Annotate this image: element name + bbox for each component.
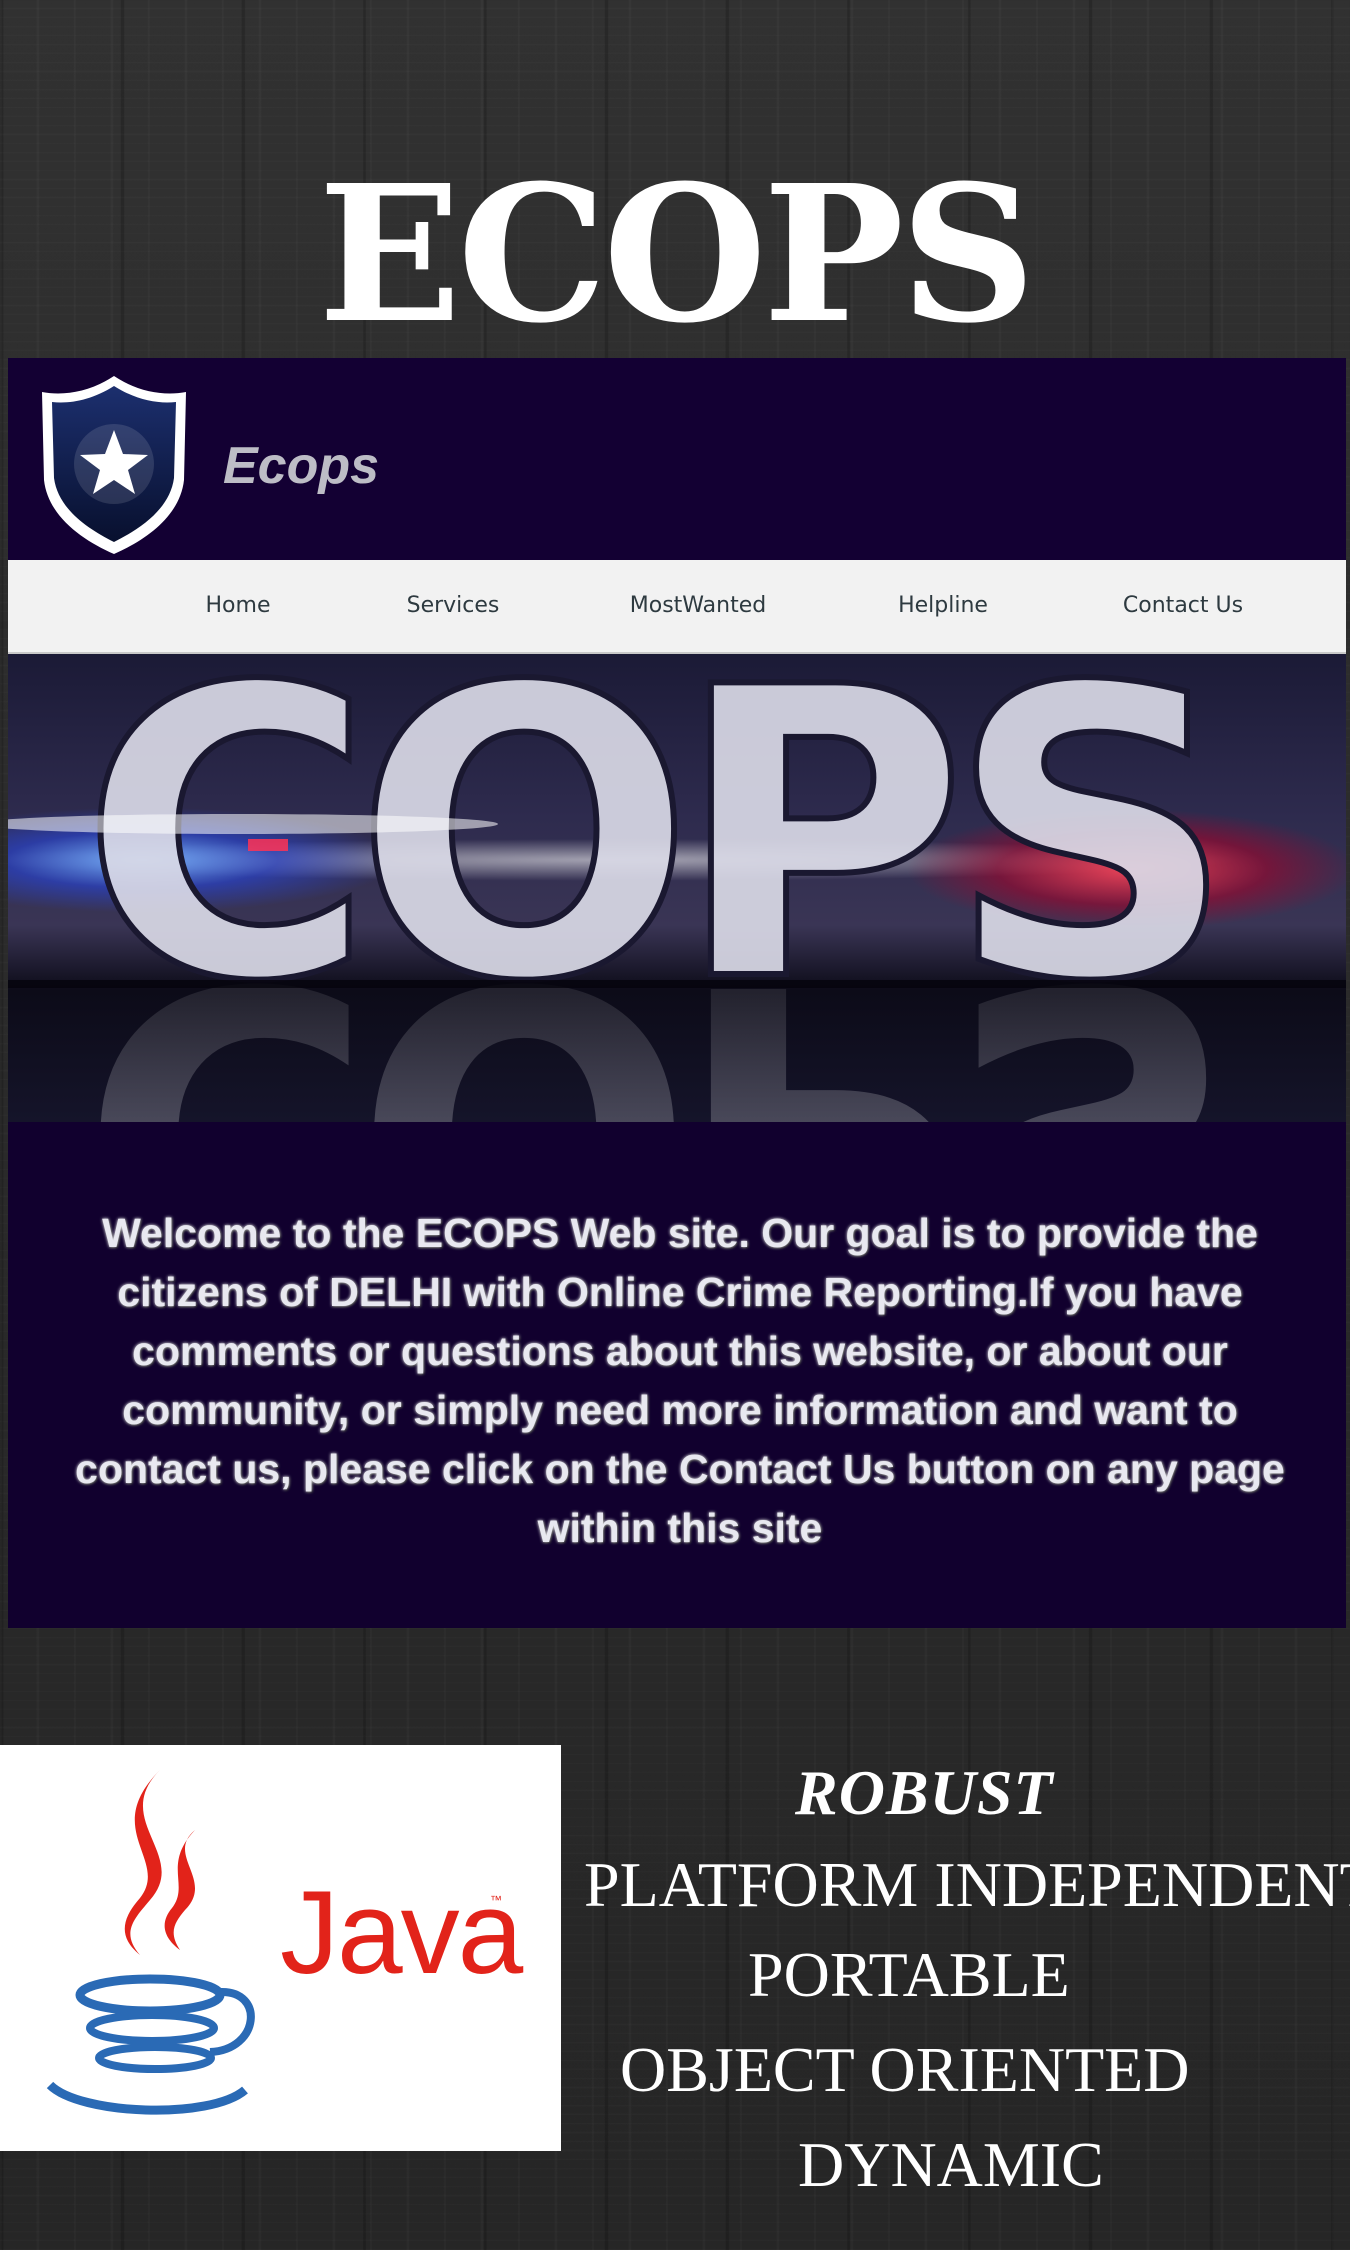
nav-contact-us[interactable]: Contact Us (1098, 560, 1268, 652)
feature-portable: PORTABLE (748, 1939, 1070, 2010)
police-badge-star-icon (42, 376, 186, 554)
poster-title: ECOPS (318, 144, 1036, 365)
site-header: Ecops (8, 358, 1346, 560)
website-screenshot: Ecops Home Services MostWanted Helpline … (8, 358, 1346, 1628)
feature-robust: ROBUST (795, 1757, 1054, 1828)
java-trademark: ™ (490, 1893, 502, 1907)
feature-platform-independent: PLATFORM INDEPENDENT (584, 1849, 1350, 1920)
feature-object-oriented: OBJECT ORIENTED (620, 2034, 1190, 2105)
nav-mostwanted[interactable]: MostWanted (608, 560, 788, 652)
welcome-text: Welcome to the ECOPS Web site. Our goal … (75, 1210, 1285, 1551)
site-name: Ecops (223, 437, 380, 495)
nav-home[interactable]: Home (173, 560, 303, 652)
nav-helpline[interactable]: Helpline (878, 560, 1008, 652)
feature-dynamic: DYNAMIC (798, 2129, 1104, 2200)
banner-reflection: COPS (81, 894, 1216, 1122)
cops-banner: COPS COPS (8, 654, 1346, 1122)
welcome-section: Welcome to the ECOPS Web site. Our goal … (8, 1122, 1346, 1628)
cops-banner-art: COPS COPS (8, 654, 1346, 1122)
java-logo-panel: Java ™ (0, 1745, 561, 2151)
nav-services[interactable]: Services (383, 560, 523, 652)
nav-bar: Home Services MostWanted Helpline Contac… (8, 560, 1346, 654)
java-coffee-cup-icon (46, 1770, 255, 2115)
java-wordmark: Java (280, 1867, 523, 1999)
